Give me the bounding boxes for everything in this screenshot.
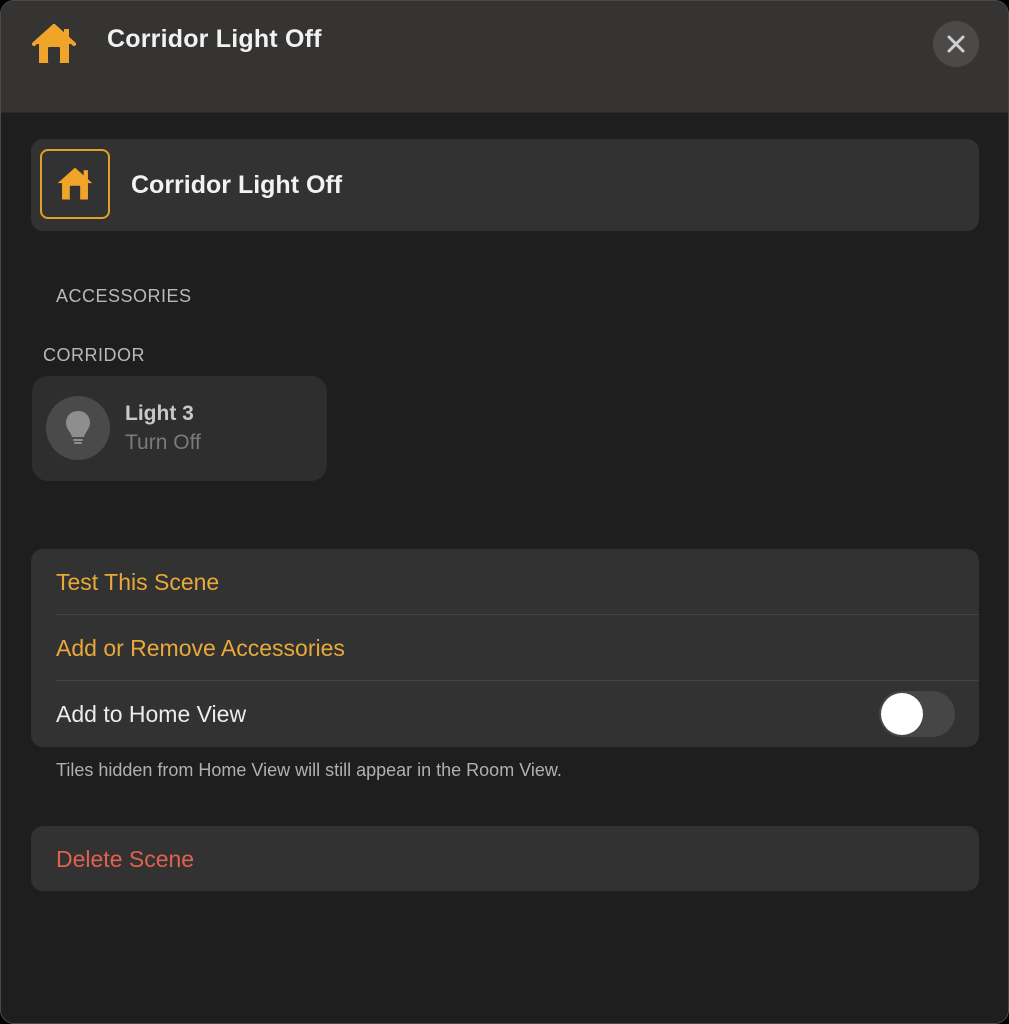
add-to-home-view-row: Add to Home View — [31, 681, 979, 747]
accessory-tile-light-3[interactable]: Light 3 Turn Off — [32, 376, 327, 481]
room-header-corridor: CORRIDOR — [43, 345, 145, 365]
accessory-name: Light 3 — [125, 402, 194, 425]
add-to-home-view-label: Add to Home View — [56, 701, 247, 727]
add-to-home-view-toggle[interactable] — [879, 691, 955, 737]
home-icon — [31, 23, 77, 67]
home-view-footnote: Tiles hidden from Home View will still a… — [56, 760, 562, 780]
test-scene-button[interactable]: Test This Scene — [31, 549, 979, 615]
home-icon — [57, 167, 93, 200]
toggle-knob — [881, 693, 923, 735]
scene-name-field[interactable]: Corridor Light Off — [131, 171, 342, 200]
title-bar: Corridor Light Off — [1, 1, 1008, 113]
scene-detail-window: Corridor Light Off Corridor Light Off AC… — [0, 0, 1009, 1024]
scene-icon-button[interactable] — [40, 149, 110, 219]
close-button[interactable] — [933, 21, 979, 67]
scene-name-card[interactable]: Corridor Light Off — [31, 139, 979, 231]
lightbulb-icon — [46, 396, 110, 460]
add-remove-accessories-label: Add or Remove Accessories — [56, 635, 345, 661]
window-title: Corridor Light Off — [107, 25, 322, 53]
delete-scene-button[interactable]: Delete Scene — [31, 826, 979, 891]
add-remove-accessories-button[interactable]: Add or Remove Accessories — [31, 615, 979, 681]
test-scene-label: Test This Scene — [56, 569, 220, 595]
delete-scene-label: Delete Scene — [56, 846, 195, 872]
close-icon — [947, 35, 965, 53]
scene-actions-list: Test This Scene Add or Remove Accessorie… — [31, 549, 979, 747]
accessory-status: Turn Off — [125, 431, 201, 454]
accessories-section-header: ACCESSORIES — [56, 286, 192, 306]
